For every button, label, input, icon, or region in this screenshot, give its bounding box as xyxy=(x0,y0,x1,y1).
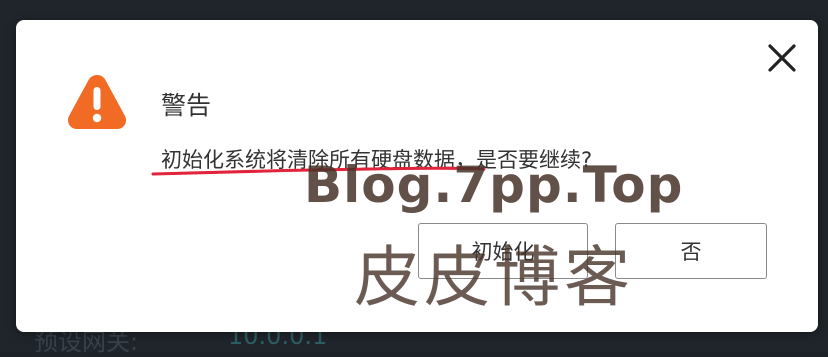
watermark-blog-name: 皮皮博客 xyxy=(354,239,634,316)
warning-dialog: 警告 初始化系统将清除所有硬盘数据，是否要继续? 初始化 否 Blog.7pp.… xyxy=(16,20,818,332)
warning-icon xyxy=(67,75,127,129)
close-icon xyxy=(768,44,796,72)
cancel-button[interactable]: 否 xyxy=(615,223,767,279)
watermark-blog-url: Blog.7pp.Top xyxy=(304,156,684,214)
close-button[interactable] xyxy=(764,40,800,76)
dialog-title: 警告 xyxy=(161,91,212,120)
